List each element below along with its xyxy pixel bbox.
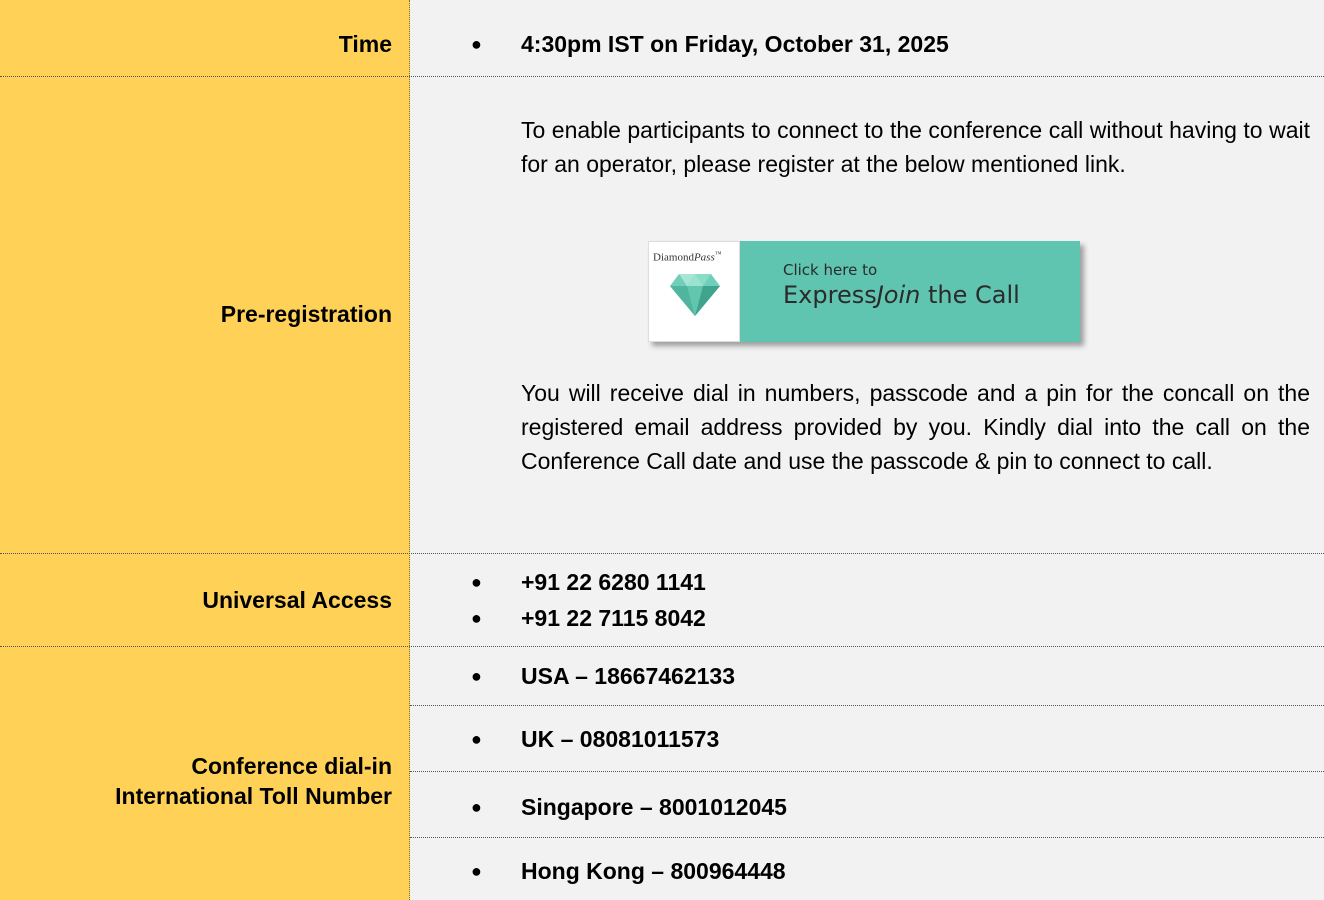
diamond-icon (670, 274, 720, 316)
conference-number: USA – 18667462133 (521, 663, 735, 689)
preregistration-intro: To enable participants to connect to the… (521, 117, 1310, 177)
universal-number-item: ● +91 22 6280 1141 (471, 566, 706, 598)
bullet-icon: ● (471, 572, 482, 592)
universal-number: +91 22 6280 1141 (521, 569, 706, 595)
bullet-icon: ● (471, 797, 482, 817)
universal-number-item: ● +91 22 7115 8042 (471, 602, 706, 634)
express-join-panel: Click here to ExpressJoin the Call (740, 241, 1080, 342)
conference-number-item: ● USA – 18667462133 (471, 660, 735, 692)
conference-number: Singapore – 8001012045 (521, 794, 787, 820)
bullet-icon: ● (471, 608, 482, 628)
preregistration-label: Pre-registration (220, 301, 392, 327)
row-divider (410, 771, 1324, 772)
row-divider (0, 76, 1324, 77)
conference-number: UK – 08081011573 (521, 726, 720, 752)
bullet-icon: ● (471, 666, 482, 686)
conference-number: Hong Kong – 800964448 (521, 858, 786, 884)
banner-line-1: Click here to (783, 261, 878, 279)
conference-number-item: ● Singapore – 8001012045 (471, 791, 787, 823)
row-divider (0, 553, 1324, 554)
universal-number: +91 22 7115 8042 (521, 605, 706, 631)
row-divider (0, 646, 1324, 647)
preregistration-outro: You will receive dial in numbers, passco… (521, 380, 1310, 474)
conference-number-item: ● Hong Kong – 800964448 (471, 855, 786, 887)
bullet-icon: ● (471, 861, 482, 881)
diamondpass-logo: DiamondPass™ (648, 241, 740, 342)
universal-access-label: Universal Access (202, 587, 392, 613)
row-divider (410, 837, 1324, 838)
bullet-icon: ● (471, 34, 482, 54)
banner-line-2: ExpressJoin the Call (783, 281, 1020, 309)
bullet-icon: ● (471, 729, 482, 749)
conference-label-line2: International Toll Number (115, 783, 392, 809)
conference-label-line1: Conference dial-in (191, 753, 392, 779)
conference-call-table: Time ● 4:30pm IST on Friday, October 31, … (0, 0, 1324, 900)
row-divider (410, 705, 1324, 706)
time-label: Time (338, 31, 392, 57)
time-text: 4:30pm IST on Friday, October 31, 2025 (521, 31, 949, 57)
time-value: ● 4:30pm IST on Friday, October 31, 2025 (471, 28, 949, 60)
express-join-button[interactable]: DiamondPass™ Click here to ExpressJoin t… (648, 241, 1080, 342)
conference-number-item: ● UK – 08081011573 (471, 723, 719, 755)
diamondpass-brand: DiamondPass™ (653, 250, 722, 264)
